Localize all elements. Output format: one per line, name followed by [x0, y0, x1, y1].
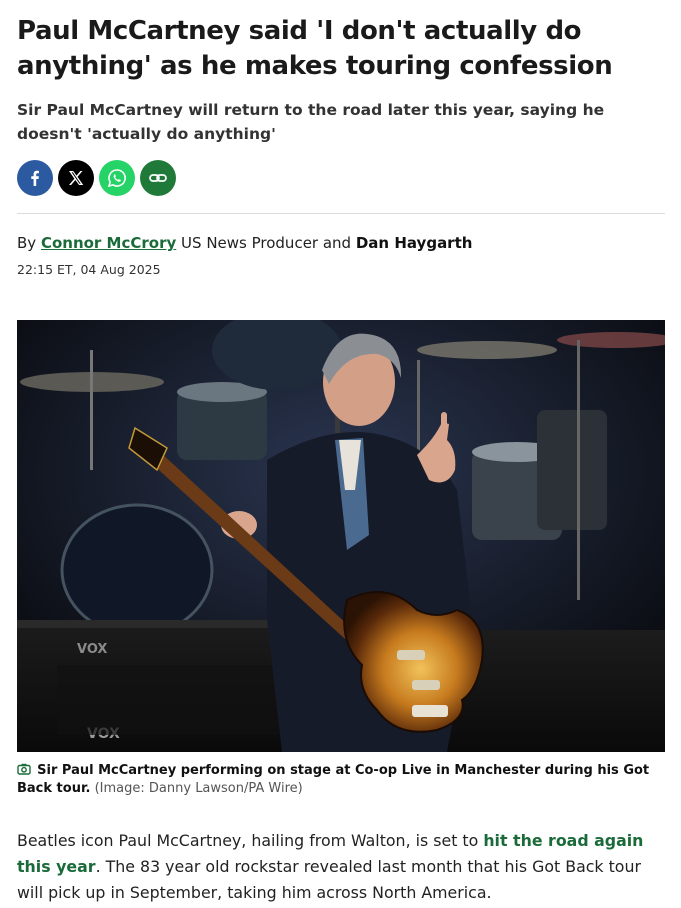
facebook-share-button[interactable] — [17, 160, 53, 196]
publish-date: 22:15 ET, 04 Aug 2025 — [17, 262, 161, 277]
article: Paul McCartney said 'I don't actually do… — [0, 0, 681, 277]
byline: By Connor McCrory US News Producer and D… — [17, 233, 664, 253]
byline-prefix: By — [17, 234, 37, 252]
concert-photo-illustration: VOX VOX — [17, 320, 665, 752]
body-text-before-link: Beatles icon Paul McCartney, hailing fro… — [17, 831, 479, 850]
photo-credit: (Image: Danny Lawson/PA Wire) — [94, 781, 303, 796]
divider — [17, 213, 665, 214]
standfirst: Sir Paul McCartney will return to the ro… — [17, 101, 605, 143]
photo-caption: Sir Paul McCartney performing on stage a… — [17, 762, 657, 798]
headline: Paul McCartney said 'I don't actually do… — [17, 16, 613, 81]
facebook-icon — [31, 170, 39, 186]
x-icon — [69, 171, 84, 185]
copy-link-icon — [149, 174, 167, 182]
x-share-button[interactable] — [58, 160, 94, 196]
whatsapp-share-button[interactable] — [99, 160, 135, 196]
body-text-after-link: . The 83 year old rockstar revealed last… — [17, 857, 641, 902]
author-role: US News Producer and — [181, 234, 352, 252]
article-body-paragraph: Beatles icon Paul McCartney, hailing fro… — [17, 828, 669, 906]
copy-link-share-button[interactable] — [140, 160, 176, 196]
share-bar — [17, 160, 664, 196]
author-dan-haygarth: Dan Haygarth — [355, 234, 473, 252]
camera-icon — [17, 763, 31, 775]
hero-photo: VOX VOX — [17, 320, 665, 752]
author-link-connor-mccrory[interactable]: Connor McCrory — [41, 234, 176, 252]
whatsapp-icon — [107, 169, 126, 188]
amp-label-top: VOX — [77, 642, 107, 657]
